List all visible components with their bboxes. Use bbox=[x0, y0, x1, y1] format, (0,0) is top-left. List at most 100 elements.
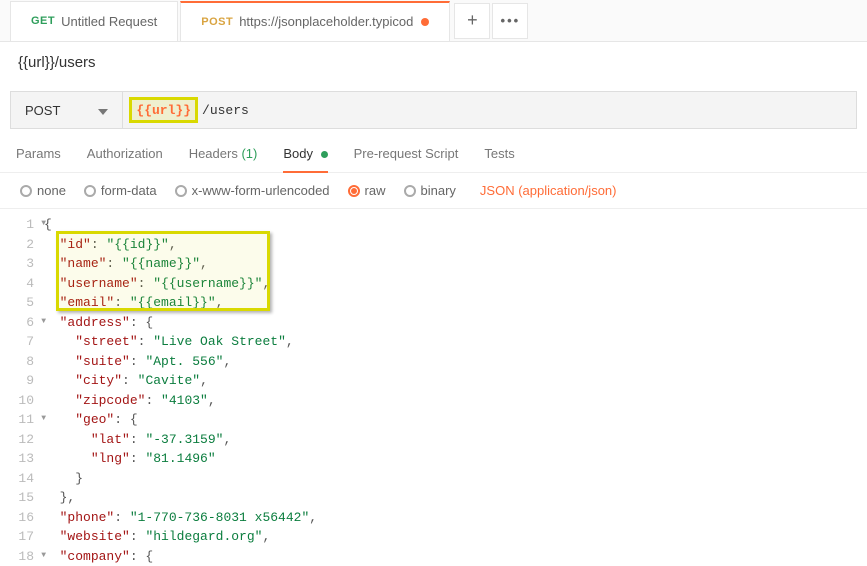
editor-line[interactable]: 13 "lng": "81.1496" bbox=[0, 449, 867, 469]
tab-post-jsonplaceholder[interactable]: POST https://jsonplaceholder.typicod bbox=[180, 1, 450, 41]
body-type-row: none form-data x-www-form-urlencoded raw… bbox=[0, 173, 867, 209]
line-number: 10 bbox=[0, 391, 44, 411]
code-content[interactable]: "phone": "1-770-736-8031 x56442", bbox=[44, 508, 317, 528]
editor-line[interactable]: 10 "zipcode": "4103", bbox=[0, 391, 867, 411]
dots-icon: ••• bbox=[501, 13, 521, 28]
tab-authorization[interactable]: Authorization bbox=[87, 146, 163, 173]
tab-overflow-button[interactable]: ••• bbox=[492, 3, 528, 39]
editor-line[interactable]: 11▼ "geo": { bbox=[0, 410, 867, 430]
code-content[interactable]: "geo": { bbox=[44, 410, 138, 430]
fold-icon[interactable]: ▼ bbox=[41, 218, 46, 230]
editor-line[interactable]: 9 "city": "Cavite", bbox=[0, 371, 867, 391]
editor-line[interactable]: 6▼ "address": { bbox=[0, 313, 867, 333]
fold-icon[interactable]: ▼ bbox=[41, 413, 46, 425]
line-number: 13 bbox=[0, 449, 44, 469]
method-select[interactable]: POST bbox=[11, 92, 123, 128]
code-content[interactable]: "zipcode": "4103", bbox=[44, 391, 216, 411]
code-content[interactable]: "lat": "-37.3159", bbox=[44, 430, 231, 450]
body-editor[interactable]: 1▼{2 "id": "{{id}}",3 "name": "{{name}}"… bbox=[0, 209, 867, 566]
line-number: 5 bbox=[0, 293, 44, 313]
line-number: 8 bbox=[0, 352, 44, 372]
line-number: 2 bbox=[0, 235, 44, 255]
code-content[interactable]: "company": { bbox=[44, 547, 153, 566]
line-number: 3 bbox=[0, 254, 44, 274]
line-number: 11▼ bbox=[0, 410, 44, 430]
code-content[interactable]: } bbox=[44, 469, 83, 489]
tab-body[interactable]: Body bbox=[283, 146, 327, 173]
method-badge: GET bbox=[31, 15, 55, 27]
request-name[interactable]: {{url}}/users bbox=[0, 42, 867, 83]
body-type-raw[interactable]: raw bbox=[348, 183, 386, 198]
editor-line[interactable]: 3 "name": "{{name}}", bbox=[0, 254, 867, 274]
fold-icon[interactable]: ▼ bbox=[41, 550, 46, 562]
line-number: 16 bbox=[0, 508, 44, 528]
body-type-formdata[interactable]: form-data bbox=[84, 183, 157, 198]
editor-line[interactable]: 15 }, bbox=[0, 488, 867, 508]
line-number: 7 bbox=[0, 332, 44, 352]
tab-bar: GET Untitled Request POST https://jsonpl… bbox=[0, 0, 867, 42]
tab-headers[interactable]: Headers (1) bbox=[189, 146, 258, 173]
line-number: 9 bbox=[0, 371, 44, 391]
code-content[interactable]: "street": "Live Oak Street", bbox=[44, 332, 294, 352]
editor-line[interactable]: 2 "id": "{{id}}", bbox=[0, 235, 867, 255]
code-content[interactable]: "suite": "Apt. 556", bbox=[44, 352, 231, 372]
radio-icon bbox=[348, 185, 360, 197]
tab-title: Untitled Request bbox=[61, 14, 157, 29]
chevron-down-icon bbox=[98, 103, 108, 118]
body-type-binary[interactable]: binary bbox=[404, 183, 456, 198]
url-bar: POST {{url}} /users bbox=[10, 91, 857, 129]
body-active-dot-icon bbox=[321, 151, 328, 158]
tab-title: https://jsonplaceholder.typicod bbox=[239, 14, 413, 29]
radio-icon bbox=[404, 185, 416, 197]
url-var-highlight: {{url}} bbox=[129, 97, 198, 123]
editor-line[interactable]: 5 "email": "{{email}}", bbox=[0, 293, 867, 313]
code-content[interactable]: "name": "{{name}}", bbox=[44, 254, 208, 274]
line-number: 17 bbox=[0, 527, 44, 547]
code-content[interactable]: "email": "{{email}}", bbox=[44, 293, 223, 313]
radio-icon bbox=[20, 185, 32, 197]
unsaved-dot-icon bbox=[421, 18, 429, 26]
tab-label: Body bbox=[283, 146, 313, 161]
code-content[interactable]: "username": "{{username}}", bbox=[44, 274, 270, 294]
code-content[interactable]: "address": { bbox=[44, 313, 153, 333]
line-number: 12 bbox=[0, 430, 44, 450]
line-number: 18▼ bbox=[0, 547, 44, 566]
body-type-urlencoded[interactable]: x-www-form-urlencoded bbox=[175, 183, 330, 198]
body-type-none[interactable]: none bbox=[20, 183, 66, 198]
tab-prerequest[interactable]: Pre-request Script bbox=[354, 146, 459, 173]
radio-icon bbox=[175, 185, 187, 197]
fold-icon[interactable]: ▼ bbox=[41, 316, 46, 328]
line-number: 14 bbox=[0, 469, 44, 489]
line-number: 4 bbox=[0, 274, 44, 294]
editor-line[interactable]: 7 "street": "Live Oak Street", bbox=[0, 332, 867, 352]
radio-icon bbox=[84, 185, 96, 197]
tab-get-untitled[interactable]: GET Untitled Request bbox=[10, 1, 178, 41]
editor-line[interactable]: 8 "suite": "Apt. 556", bbox=[0, 352, 867, 372]
tab-params[interactable]: Params bbox=[16, 146, 61, 173]
editor-line[interactable]: 1▼{ bbox=[0, 215, 867, 235]
method-label: POST bbox=[25, 103, 60, 118]
code-content[interactable]: "lng": "81.1496" bbox=[44, 449, 216, 469]
code-content[interactable]: "website": "hildegard.org", bbox=[44, 527, 270, 547]
request-sub-tabs: Params Authorization Headers (1) Body Pr… bbox=[0, 129, 867, 173]
url-variable-token[interactable]: {{url}} bbox=[136, 103, 191, 118]
editor-line[interactable]: 4 "username": "{{username}}", bbox=[0, 274, 867, 294]
editor-line[interactable]: 16 "phone": "1-770-736-8031 x56442", bbox=[0, 508, 867, 528]
editor-line[interactable]: 18▼ "company": { bbox=[0, 547, 867, 566]
line-number: 6▼ bbox=[0, 313, 44, 333]
editor-line[interactable]: 14 } bbox=[0, 469, 867, 489]
headers-count: (1) bbox=[241, 146, 257, 161]
new-tab-button[interactable]: + bbox=[454, 3, 490, 39]
line-number: 1▼ bbox=[0, 215, 44, 235]
tab-label: Headers bbox=[189, 146, 238, 161]
content-type-select[interactable]: JSON (application/json) bbox=[480, 183, 617, 198]
editor-line[interactable]: 12 "lat": "-37.3159", bbox=[0, 430, 867, 450]
line-number: 15 bbox=[0, 488, 44, 508]
method-badge: POST bbox=[201, 16, 233, 28]
code-content[interactable]: "city": "Cavite", bbox=[44, 371, 208, 391]
url-path[interactable]: /users bbox=[198, 103, 249, 118]
code-content[interactable]: }, bbox=[44, 488, 75, 508]
editor-line[interactable]: 17 "website": "hildegard.org", bbox=[0, 527, 867, 547]
code-content[interactable]: "id": "{{id}}", bbox=[44, 235, 177, 255]
tab-tests[interactable]: Tests bbox=[484, 146, 514, 173]
